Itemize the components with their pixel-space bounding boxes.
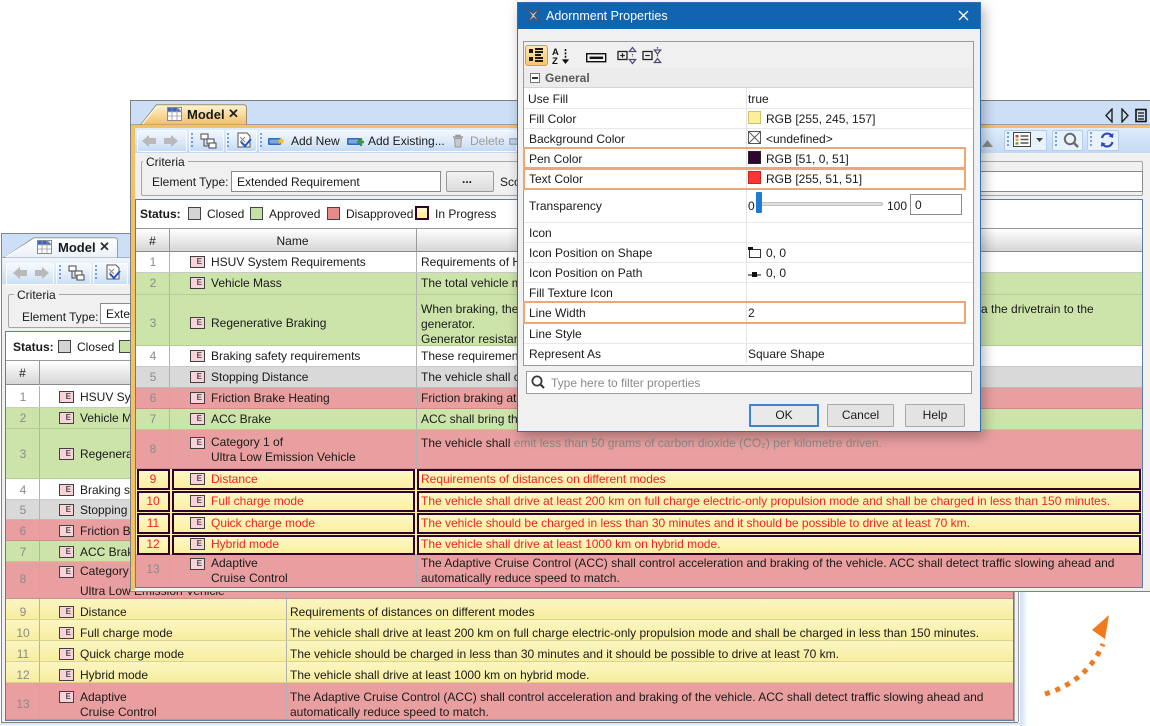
svg-text:Z: Z — [552, 56, 558, 66]
